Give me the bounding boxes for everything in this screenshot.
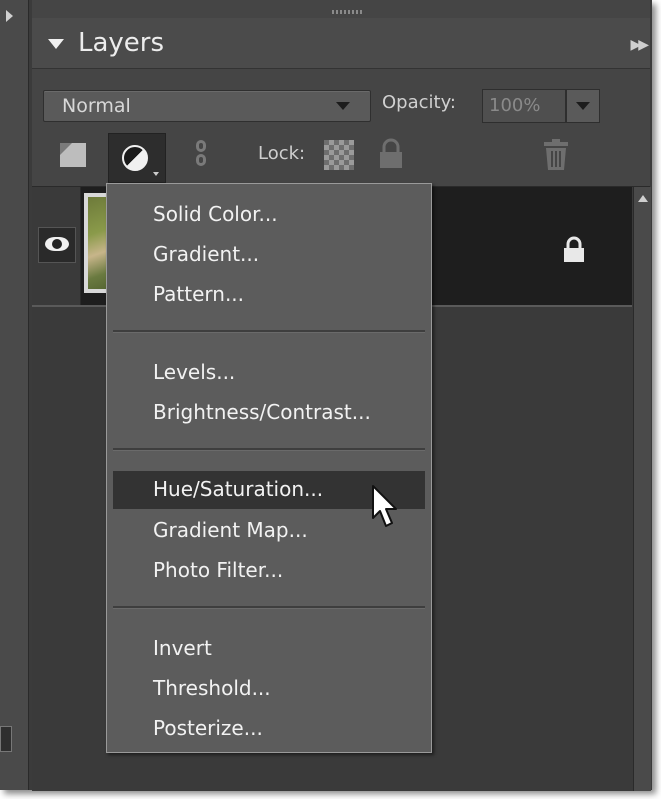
trash-icon — [544, 139, 568, 170]
link-layers-button[interactable] — [192, 138, 212, 172]
opacity-value: 100% — [489, 95, 541, 116]
blend-mode-value: Normal — [62, 95, 131, 117]
adjustment-circle-icon — [122, 145, 148, 171]
menu-item-solid-color[interactable]: Solid Color... — [113, 196, 425, 234]
menu-item-brightness-contrast[interactable]: Brightness/Contrast... — [113, 394, 425, 432]
scroll-up-arrow-icon[interactable] — [638, 195, 648, 202]
layers-scrollbar[interactable] — [633, 187, 651, 791]
menu-item-gradient[interactable]: Gradient... — [113, 236, 425, 274]
lock-icon — [564, 236, 584, 262]
chain-link-icon — [196, 140, 206, 152]
caret-down-icon — [153, 172, 159, 176]
chevron-down-icon — [576, 102, 590, 110]
delete-layer-button[interactable] — [542, 138, 570, 172]
menu-separator — [113, 448, 425, 451]
lock-all-button[interactable] — [376, 138, 406, 172]
opacity-label: Opacity: — [382, 92, 456, 113]
eye-icon — [45, 237, 69, 251]
panel-header[interactable]: Layers ▶▶ — [32, 18, 650, 69]
visibility-toggle[interactable] — [38, 227, 76, 263]
menu-item-posterize[interactable]: Posterize... — [113, 710, 425, 748]
visibility-cell — [32, 187, 81, 305]
opacity-dropdown-button[interactable] — [566, 89, 600, 123]
new-layer-icon — [60, 143, 86, 167]
menu-item-threshold[interactable]: Threshold... — [113, 670, 425, 708]
menu-separator — [113, 330, 425, 333]
panel-title: Layers — [78, 28, 165, 58]
opacity-input[interactable]: 100% — [482, 89, 566, 123]
blend-mode-select[interactable]: Normal — [43, 90, 371, 122]
expand-arrow-icon[interactable] — [6, 10, 13, 22]
new-layer-button[interactable] — [57, 138, 89, 172]
lock-transparency-button[interactable] — [324, 140, 354, 170]
adjustment-layer-button[interactable] — [108, 133, 166, 183]
mouse-cursor-icon — [372, 485, 397, 527]
chevron-down-icon — [336, 102, 350, 110]
lock-label: Lock: — [258, 143, 306, 164]
menu-item-pattern[interactable]: Pattern... — [113, 276, 425, 314]
panel-grip[interactable] — [332, 10, 362, 14]
menu-item-invert[interactable]: Invert — [113, 630, 425, 668]
left-dock-strip — [0, 0, 29, 790]
menu-item-photo-filter[interactable]: Photo Filter... — [113, 552, 425, 590]
collapse-triangle-icon[interactable] — [48, 39, 64, 49]
dock-scroll-handle[interactable] — [0, 726, 12, 752]
chain-link-icon — [196, 154, 206, 166]
menu-separator — [113, 606, 425, 609]
adjustment-menu: Solid Color... Gradient... Pattern... Le… — [106, 183, 432, 753]
menu-item-levels[interactable]: Levels... — [113, 354, 425, 392]
lock-icon — [380, 138, 402, 168]
layer-lock-indicator — [560, 235, 588, 262]
panel-menu-arrows-icon[interactable]: ▶▶ — [630, 37, 648, 53]
